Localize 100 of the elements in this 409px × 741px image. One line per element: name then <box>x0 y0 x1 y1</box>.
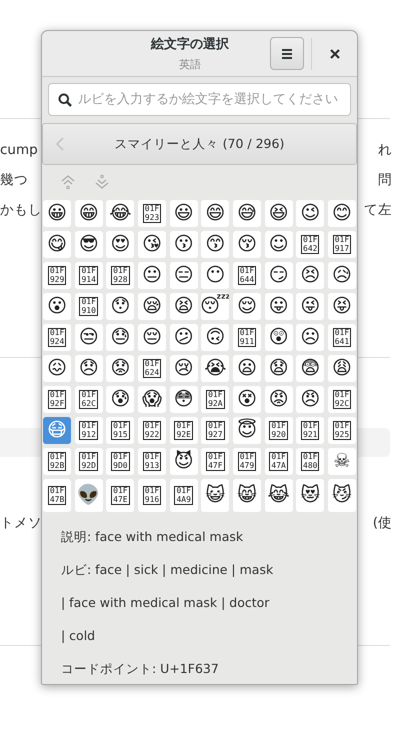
emoji-button[interactable]: 😚 <box>232 231 262 258</box>
emoji-button[interactable]: 01F 642 <box>296 231 324 258</box>
emoji-button[interactable]: 😗 <box>170 231 198 258</box>
emoji-button[interactable]: 😡 <box>264 386 293 413</box>
emoji-button[interactable]: 😛 <box>264 293 293 320</box>
emoji-button[interactable]: 😋 <box>43 231 72 258</box>
emoji-button[interactable]: 😥 <box>328 262 356 289</box>
emoji-button[interactable]: 01F 913 <box>138 448 166 475</box>
emoji-button[interactable]: 01F 624 <box>138 355 166 382</box>
emoji-button[interactable]: 😑 <box>170 262 198 289</box>
emoji-button[interactable]: 😮 <box>43 293 72 320</box>
emoji-button[interactable]: 01F 47F <box>201 448 230 475</box>
emoji-button[interactable]: 01F 929 <box>43 262 72 289</box>
emoji-button[interactable]: 😰 <box>106 386 134 413</box>
emoji-button[interactable]: 01F 925 <box>328 417 356 444</box>
emoji-button[interactable]: 🙃 <box>201 324 230 351</box>
emoji-button[interactable]: 01F 910 <box>74 293 103 320</box>
emoji-button[interactable]: 😣 <box>296 262 324 289</box>
emoji-button[interactable]: 😻 <box>296 479 324 512</box>
emoji-button[interactable]: 😲 <box>264 324 293 351</box>
emoji-button[interactable]: 😕 <box>170 324 198 351</box>
emoji-button[interactable]: 😐 <box>138 262 166 289</box>
emoji-button[interactable]: 01F 928 <box>106 262 134 289</box>
emoji-button[interactable]: 01F 641 <box>328 324 356 351</box>
emoji-button[interactable]: 😸 <box>232 479 262 512</box>
emoji-button[interactable]: 01F 917 <box>328 231 356 258</box>
emoji-button[interactable]: 01F 47B <box>43 479 72 512</box>
emoji-button[interactable]: 😼 <box>328 479 356 512</box>
emoji-button[interactable]: 😫 <box>170 293 198 320</box>
emoji-button[interactable]: 01F 923 <box>138 200 166 227</box>
emoji-button[interactable]: 01F 4A9 <box>170 479 198 512</box>
emoji-button[interactable]: 😜 <box>296 293 324 320</box>
emoji-button[interactable]: 01F 92A <box>201 386 230 413</box>
emoji-button[interactable]: 01F 921 <box>296 417 324 444</box>
emoji-button[interactable]: 01F 92E <box>170 417 198 444</box>
emoji-button[interactable]: 😴 <box>201 293 230 320</box>
emoji-button[interactable]: 😢 <box>170 355 198 382</box>
emoji-button[interactable]: 😌 <box>232 293 262 320</box>
menu-button[interactable] <box>270 37 304 70</box>
emoji-button[interactable]: 01F 911 <box>232 324 262 351</box>
emoji-button[interactable]: 😄 <box>201 200 230 227</box>
emoji-button[interactable]: 😹 <box>264 479 293 512</box>
emoji-button[interactable]: 😒 <box>74 324 103 351</box>
emoji-button[interactable]: 😨 <box>296 355 324 382</box>
emoji-button[interactable]: 01F 480 <box>296 448 324 475</box>
emoji-button[interactable]: 😅 <box>232 200 262 227</box>
emoji-button[interactable]: 😘 <box>138 231 166 258</box>
emoji-button[interactable]: 😠 <box>296 386 324 413</box>
emoji-button[interactable]: 😟 <box>106 355 134 382</box>
emoji-button[interactable]: 👽 <box>74 479 103 512</box>
emoji-button[interactable]: 😆 <box>264 200 293 227</box>
emoji-button[interactable]: 01F 62C <box>74 386 103 413</box>
emoji-button[interactable]: 😶 <box>201 262 230 289</box>
emoji-button[interactable]: 😃 <box>170 200 198 227</box>
emoji-button[interactable]: 😇 <box>232 417 262 444</box>
chevron-down-icon[interactable] <box>94 174 110 190</box>
emoji-button[interactable]: 😩 <box>328 355 356 382</box>
emoji-button[interactable]: 😪 <box>138 293 166 320</box>
search-field[interactable]: ルビを入力するか絵文字を選択してください <box>48 83 351 116</box>
emoji-button[interactable]: 😓 <box>106 324 134 351</box>
emoji-button[interactable]: 01F 92F <box>43 386 72 413</box>
emoji-button[interactable]: ☺ <box>264 231 293 258</box>
emoji-button[interactable]: 01F 927 <box>201 417 230 444</box>
emoji-button[interactable]: 01F 47E <box>106 479 134 512</box>
emoji-button[interactable]: 😎 <box>74 231 103 258</box>
emoji-button[interactable]: 😔 <box>138 324 166 351</box>
emoji-button[interactable]: 😧 <box>264 355 293 382</box>
emoji-button[interactable]: 😖 <box>43 355 72 382</box>
emoji-button[interactable]: 01F 924 <box>43 324 72 351</box>
emoji-button[interactable]: 😝 <box>328 293 356 320</box>
emoji-button[interactable]: 😈 <box>170 448 198 475</box>
emoji-button[interactable]: 😂 <box>106 200 134 227</box>
emoji-button[interactable]: 😙 <box>201 231 230 258</box>
emoji-button[interactable]: 😞 <box>74 355 103 382</box>
emoji-button[interactable]: 01F 9D0 <box>106 448 134 475</box>
emoji-button[interactable]: 😉 <box>296 200 324 227</box>
emoji-button[interactable]: ☹ <box>296 324 324 351</box>
emoji-button[interactable]: 01F 47A <box>264 448 293 475</box>
chevron-up-icon[interactable] <box>60 174 76 190</box>
emoji-button[interactable]: 01F 915 <box>106 417 134 444</box>
emoji-button[interactable]: 01F 916 <box>138 479 166 512</box>
emoji-button[interactable]: 01F 912 <box>74 417 103 444</box>
emoji-button[interactable]: 😯 <box>106 293 134 320</box>
emoji-button[interactable]: 😀 <box>43 200 72 227</box>
emoji-button[interactable]: 01F 479 <box>232 448 262 475</box>
emoji-button[interactable]: 01F 920 <box>264 417 293 444</box>
emoji-button[interactable]: 😳 <box>170 386 198 413</box>
emoji-button[interactable]: 😱 <box>138 386 166 413</box>
emoji-button[interactable]: 😵 <box>232 386 262 413</box>
emoji-button[interactable]: 01F 92B <box>43 448 72 475</box>
emoji-button[interactable]: 01F 922 <box>138 417 166 444</box>
close-icon[interactable] <box>330 48 340 58</box>
emoji-button[interactable]: 01F 644 <box>232 262 262 289</box>
emoji-button[interactable]: 😺 <box>201 479 230 512</box>
emoji-button[interactable]: 01F 92D <box>74 448 103 475</box>
emoji-button[interactable]: 😁 <box>74 200 103 227</box>
emoji-button[interactable]: 01F 914 <box>74 262 103 289</box>
emoji-button[interactable]: 01F 92C <box>328 386 356 413</box>
emoji-button[interactable]: ☠ <box>328 448 356 475</box>
emoji-button[interactable]: 😍 <box>106 231 134 258</box>
